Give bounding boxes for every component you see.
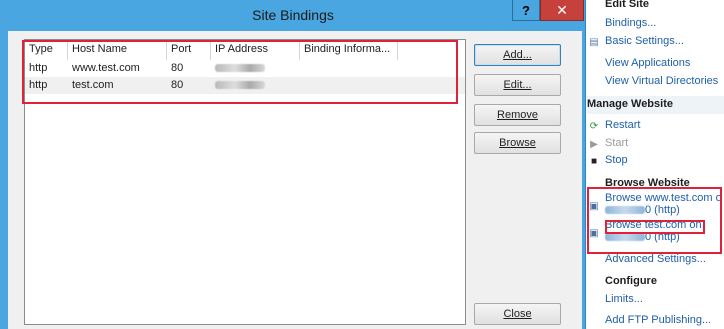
table-row[interactable]: http www.test.com 80	[25, 60, 465, 77]
browse-www-label-line2: 0 (http)	[645, 204, 680, 216]
basic-settings-link[interactable]: Basic Settings...	[605, 35, 684, 47]
cell-port: 80	[171, 62, 184, 74]
cell-port: 80	[171, 79, 184, 91]
browse-test-label-line1: Browse test.com on	[605, 219, 702, 231]
stop-link[interactable]: Stop	[605, 154, 628, 166]
redacted-address	[605, 233, 645, 242]
restart-link[interactable]: Restart	[605, 119, 640, 131]
actions-pane: Edit Site Bindings... ▤ Basic Settings..…	[587, 0, 724, 329]
site-bindings-dialog: Site Bindings ? ✕ Type Host Name Port IP…	[0, 0, 586, 329]
redacted-address	[605, 206, 645, 215]
column-header-binding-information[interactable]: Binding Informa...	[300, 40, 398, 60]
remove-button[interactable]: Remove	[474, 104, 561, 126]
cell-binding-information	[300, 60, 398, 77]
stop-icon: ■	[590, 155, 598, 167]
cell-type: http	[29, 79, 48, 91]
dialog-title: Site Bindings	[252, 7, 334, 23]
bindings-list[interactable]: Type Host Name Port IP Address Binding I…	[24, 39, 466, 325]
add-ftp-publishing-link[interactable]: Add FTP Publishing...	[605, 314, 711, 326]
edit-site-heading: Edit Site	[605, 0, 650, 10]
bindings-link[interactable]: Bindings...	[605, 17, 656, 29]
help-button[interactable]: ?	[512, 0, 540, 21]
browse-test-link[interactable]: Browse test.com on 0 (http)	[605, 219, 702, 243]
browse-icon: ▣	[589, 227, 599, 239]
column-header-ip-address[interactable]: IP Address	[211, 40, 300, 60]
cell-host-name: test.com	[72, 79, 114, 91]
advanced-settings-link[interactable]: Advanced Settings...	[605, 253, 706, 265]
manage-website-heading: Manage Website	[587, 98, 673, 110]
browse-test-label-line2: 0 (http)	[645, 231, 680, 243]
close-icon: ✕	[556, 1, 568, 18]
list-header: Type Host Name Port IP Address Binding I…	[25, 40, 465, 60]
dialog-title-bar[interactable]: Site Bindings ? ✕	[0, 0, 586, 32]
close-button[interactable]: Close	[474, 303, 561, 325]
cell-ip-address-redacted	[211, 60, 300, 77]
cell-host-name: www.test.com	[72, 62, 140, 74]
browse-website-heading: Browse Website	[605, 177, 690, 189]
configure-heading: Configure	[605, 275, 657, 287]
dialog-client-area: Type Host Name Port IP Address Binding I…	[8, 31, 582, 329]
view-applications-link[interactable]: View Applications	[605, 57, 690, 69]
column-header-type[interactable]: Type	[25, 40, 68, 60]
restart-icon: ⟳	[589, 120, 599, 132]
browse-www-link[interactable]: Browse www.test.com o 0 (http)	[605, 192, 722, 216]
cell-binding-information	[300, 77, 398, 94]
settings-icon: ▤	[589, 36, 599, 48]
add-button[interactable]: Add...	[474, 44, 561, 66]
redacted-ip	[215, 64, 265, 72]
browse-button[interactable]: Browse	[474, 132, 561, 154]
close-window-button[interactable]: ✕	[540, 0, 584, 21]
column-header-host-name[interactable]: Host Name	[68, 40, 167, 60]
table-row[interactable]: http test.com 80	[25, 77, 465, 94]
list-body: http www.test.com 80 http test.com 80	[25, 60, 465, 94]
column-header-port[interactable]: Port	[167, 40, 211, 60]
browse-www-label-line1: Browse www.test.com o	[605, 192, 722, 204]
edit-button[interactable]: Edit...	[474, 74, 561, 96]
redacted-ip	[215, 81, 265, 89]
cell-type: http	[29, 62, 48, 74]
limits-link[interactable]: Limits...	[605, 293, 643, 305]
cell-ip-address-redacted	[211, 77, 300, 94]
start-icon: ▶	[590, 138, 598, 150]
view-virtual-directories-link[interactable]: View Virtual Directories	[605, 75, 718, 87]
start-link: Start	[605, 137, 629, 149]
browse-icon: ▣	[589, 200, 599, 212]
